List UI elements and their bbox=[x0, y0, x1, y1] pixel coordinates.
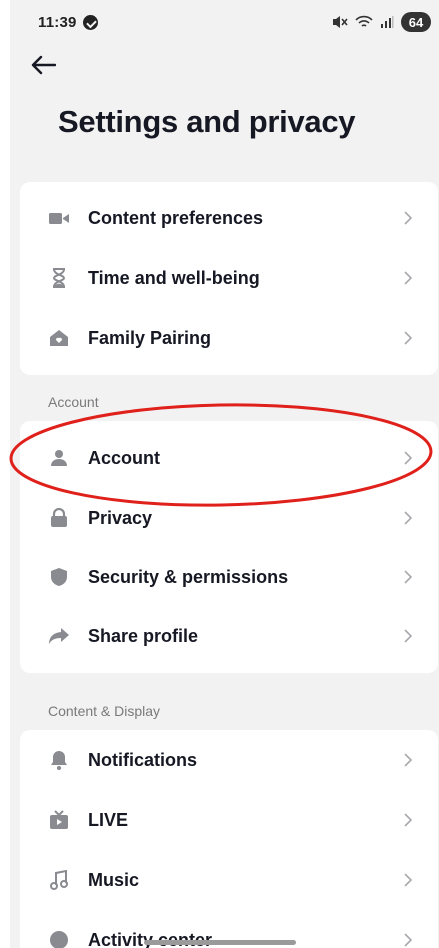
video-camera-icon bbox=[48, 207, 70, 229]
chevron-right-icon bbox=[404, 211, 413, 225]
settings-screen: 11:39 64 Settings and privacy Content pr… bbox=[10, 0, 439, 948]
hourglass-icon bbox=[48, 267, 70, 289]
status-time: 11:39 bbox=[38, 13, 77, 31]
chevron-right-icon bbox=[404, 629, 413, 643]
lock-icon bbox=[48, 507, 70, 529]
chevron-right-icon bbox=[404, 451, 413, 465]
bell-icon bbox=[48, 749, 70, 771]
house-heart-icon bbox=[48, 327, 70, 349]
chevron-right-icon bbox=[404, 570, 413, 584]
battery-indicator: 64 bbox=[401, 12, 431, 32]
row-label: Content preferences bbox=[88, 207, 264, 228]
settings-card-account: Account Privacy Security & permissions S… bbox=[20, 421, 438, 673]
chevron-right-icon bbox=[404, 331, 413, 345]
settings-card-content-display: Notifications LIVE Music Activity center bbox=[20, 730, 438, 948]
row-label: Account bbox=[88, 447, 160, 468]
row-security-permissions[interactable]: Security & permissions bbox=[20, 548, 438, 606]
home-indicator[interactable] bbox=[144, 940, 296, 945]
chevron-right-icon bbox=[404, 753, 413, 767]
row-label: Time and well-being bbox=[88, 267, 260, 288]
row-label: Family Pairing bbox=[88, 327, 212, 348]
row-label: Activity center bbox=[88, 929, 213, 948]
wifi-icon bbox=[355, 15, 373, 27]
page-title: Settings and privacy bbox=[58, 104, 356, 139]
chevron-right-icon bbox=[404, 873, 413, 887]
row-label: LIVE bbox=[88, 809, 129, 830]
messenger-notification-icon bbox=[82, 14, 98, 30]
row-label: Music bbox=[88, 869, 140, 890]
chevron-right-icon bbox=[404, 813, 413, 827]
back-button[interactable] bbox=[28, 50, 58, 80]
row-label: Notifications bbox=[88, 749, 198, 770]
row-label: Privacy bbox=[88, 507, 153, 528]
row-notifications[interactable]: Notifications bbox=[20, 731, 438, 789]
settings-card-general: Content preferences Time and well-being … bbox=[20, 182, 438, 375]
row-label: Share profile bbox=[88, 625, 199, 646]
mute-icon bbox=[333, 16, 348, 28]
share-arrow-icon bbox=[48, 625, 70, 647]
row-time-and-well-being[interactable]: Time and well-being bbox=[20, 249, 438, 307]
chevron-right-icon bbox=[404, 511, 413, 525]
row-account[interactable]: Account bbox=[20, 429, 438, 487]
status-bar: 11:39 64 bbox=[10, 0, 439, 44]
tv-icon bbox=[48, 809, 70, 831]
back-arrow-icon bbox=[31, 55, 56, 75]
section-label-account: Account bbox=[48, 394, 99, 410]
person-icon bbox=[48, 447, 70, 469]
row-music[interactable]: Music bbox=[20, 851, 438, 909]
music-note-icon bbox=[48, 869, 70, 891]
chevron-right-icon bbox=[404, 271, 413, 285]
row-family-pairing[interactable]: Family Pairing bbox=[20, 309, 438, 367]
row-share-profile[interactable]: Share profile bbox=[20, 607, 438, 665]
row-live[interactable]: LIVE bbox=[20, 791, 438, 849]
status-right: 64 bbox=[332, 12, 431, 32]
row-label: Security & permissions bbox=[88, 566, 289, 587]
activity-icon bbox=[48, 929, 70, 948]
signal-icon bbox=[381, 16, 394, 28]
shield-icon bbox=[48, 566, 70, 588]
row-content-preferences[interactable]: Content preferences bbox=[20, 189, 438, 247]
chevron-right-icon bbox=[404, 933, 413, 947]
status-left: 11:39 bbox=[38, 14, 98, 31]
section-label-content-display: Content & Display bbox=[48, 703, 161, 719]
row-privacy[interactable]: Privacy bbox=[20, 489, 438, 547]
